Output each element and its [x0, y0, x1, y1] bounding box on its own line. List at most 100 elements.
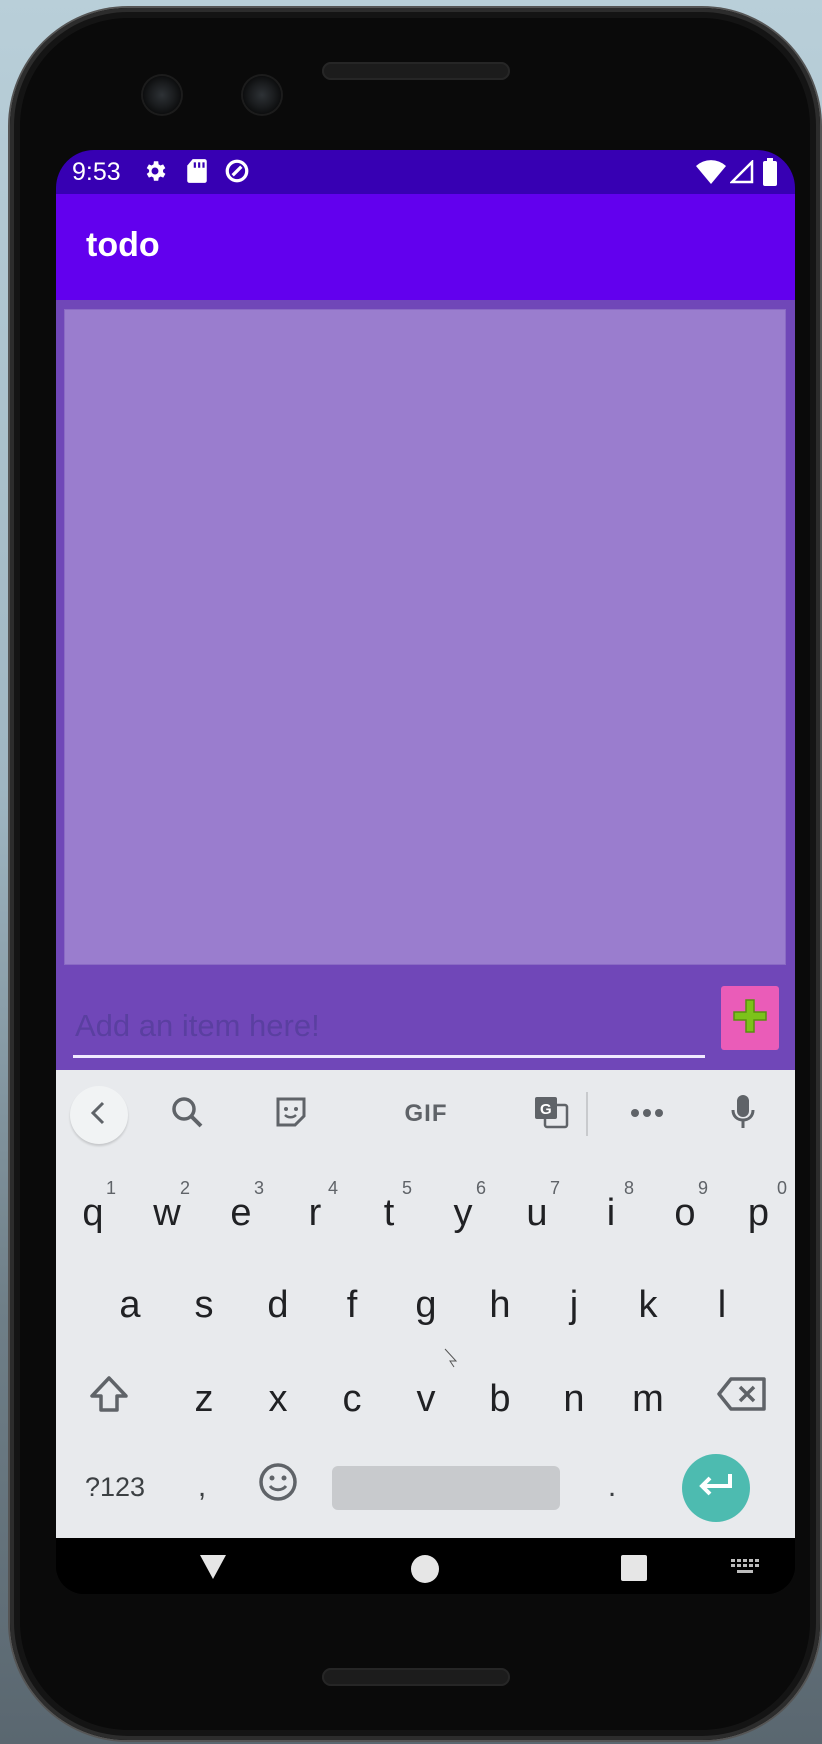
- sticker-icon: [274, 1095, 308, 1134]
- key-f-label: f: [346, 1283, 358, 1326]
- keyboard-translate-button[interactable]: G: [522, 1090, 580, 1138]
- key-l[interactable]: l: [685, 1268, 759, 1342]
- enter-key[interactable]: [682, 1454, 750, 1522]
- nav-home-icon[interactable]: [410, 1554, 440, 1589]
- key-u-hint: 7: [549, 1178, 560, 1198]
- earpiece-speaker: [322, 62, 510, 80]
- translate-icon: G: [533, 1095, 569, 1134]
- key-j-label: j: [569, 1283, 579, 1326]
- key-p-hint: 0: [776, 1178, 787, 1198]
- front-camera-right: [243, 76, 281, 114]
- key-a-label: a: [119, 1283, 141, 1326]
- key-k[interactable]: k: [611, 1268, 685, 1342]
- key-x[interactable]: x: [241, 1362, 315, 1436]
- key-i-hint: 8: [623, 1178, 634, 1198]
- key-w-label: w: [153, 1191, 181, 1234]
- key-b[interactable]: b: [463, 1362, 537, 1436]
- emoji-key[interactable]: [242, 1450, 314, 1524]
- item-input-wrapper: [73, 997, 709, 1058]
- period-label: .: [607, 1470, 617, 1503]
- soft-keyboard: GIF G q1 w2 e3 r4 t5 y 6 u 7 i 8 o 9 p 0…: [56, 1070, 795, 1538]
- key-s-label: s: [194, 1283, 214, 1326]
- key-w-hint: 2: [179, 1178, 190, 1198]
- backspace-key[interactable]: [702, 1362, 782, 1436]
- key-w[interactable]: w2: [130, 1176, 204, 1250]
- key-l-label: l: [717, 1283, 727, 1326]
- key-t[interactable]: t5: [352, 1176, 426, 1250]
- period-key[interactable]: .: [582, 1450, 642, 1524]
- key-p[interactable]: p0: [722, 1176, 795, 1250]
- symbols-label: ?123: [84, 1471, 146, 1502]
- key-c[interactable]: c: [315, 1362, 389, 1436]
- nav-recents-icon[interactable]: [620, 1554, 648, 1587]
- gif-label: GIF: [404, 1100, 448, 1127]
- key-p-label: p: [747, 1191, 770, 1234]
- key-i[interactable]: i8: [574, 1176, 648, 1250]
- back-chevron-icon: [88, 1100, 110, 1131]
- keyboard-sticker-button[interactable]: [262, 1090, 320, 1138]
- key-v-label: v: [416, 1377, 436, 1420]
- key-q-hint: 1: [105, 1178, 116, 1198]
- key-v[interactable]: v: [389, 1362, 463, 1436]
- key-d-label: d: [267, 1283, 289, 1326]
- comma-label: ,: [197, 1470, 207, 1503]
- enter-icon: [697, 1467, 735, 1510]
- keyboard-gif-button[interactable]: GIF: [386, 1090, 466, 1138]
- shift-icon: [89, 1375, 129, 1423]
- navigation-bar: [56, 1538, 795, 1594]
- key-n[interactable]: n: [537, 1362, 611, 1436]
- wifi-icon: [696, 160, 726, 189]
- key-y[interactable]: y6: [426, 1176, 500, 1250]
- key-a[interactable]: a: [93, 1268, 167, 1342]
- key-q[interactable]: q1: [56, 1176, 130, 1250]
- keyboard-switch-icon[interactable]: [730, 1558, 762, 1581]
- key-b-label: b: [489, 1377, 511, 1420]
- space-key[interactable]: [332, 1466, 560, 1510]
- key-h[interactable]: h: [463, 1268, 537, 1342]
- backspace-icon: [717, 1376, 767, 1422]
- key-m[interactable]: m: [611, 1362, 685, 1436]
- key-o-label: o: [674, 1191, 696, 1234]
- symbols-key[interactable]: ?123: [70, 1450, 160, 1524]
- key-i-label: i: [606, 1191, 616, 1234]
- emoji-icon: [258, 1462, 298, 1512]
- key-o-hint: 9: [697, 1178, 708, 1198]
- app-title: todo: [86, 226, 160, 264]
- keyboard-search-button[interactable]: [158, 1090, 216, 1138]
- key-t-hint: 5: [401, 1178, 412, 1198]
- key-e-hint: 3: [253, 1178, 264, 1198]
- key-s[interactable]: s: [167, 1268, 241, 1342]
- key-k-label: k: [638, 1283, 658, 1326]
- mic-icon: [730, 1094, 756, 1135]
- key-j[interactable]: j: [537, 1268, 611, 1342]
- key-z-label: z: [194, 1377, 214, 1420]
- app-bar: todo: [56, 194, 795, 300]
- front-camera-left: [143, 76, 181, 114]
- svg-text:G: G: [540, 1101, 552, 1118]
- add-item-button[interactable]: [721, 986, 779, 1050]
- keyboard-more-button[interactable]: [618, 1090, 676, 1138]
- key-e[interactable]: e3: [204, 1176, 278, 1250]
- key-r-hint: 4: [327, 1178, 338, 1198]
- key-u[interactable]: u7: [500, 1176, 574, 1250]
- key-n-label: n: [563, 1377, 585, 1420]
- key-r[interactable]: r4: [278, 1176, 352, 1250]
- keyboard-mic-button[interactable]: [714, 1090, 772, 1138]
- key-o[interactable]: o9: [648, 1176, 722, 1250]
- shift-key[interactable]: [70, 1362, 148, 1436]
- keyboard-back-button[interactable]: [70, 1086, 128, 1144]
- key-d[interactable]: d: [241, 1268, 315, 1342]
- signal-icon: [728, 158, 754, 189]
- key-f[interactable]: f: [315, 1268, 389, 1342]
- key-z[interactable]: z: [167, 1362, 241, 1436]
- key-m-label: m: [632, 1377, 664, 1420]
- nav-back-icon[interactable]: [198, 1552, 228, 1587]
- key-h-label: h: [489, 1283, 511, 1326]
- settings-icon: [142, 158, 168, 189]
- todo-list[interactable]: [65, 310, 785, 964]
- comma-key[interactable]: ,: [172, 1450, 232, 1524]
- key-g[interactable]: g: [389, 1268, 463, 1342]
- status-bar: 9:53: [56, 150, 795, 194]
- item-input[interactable]: [73, 997, 709, 1055]
- toolbar-divider: [586, 1092, 588, 1136]
